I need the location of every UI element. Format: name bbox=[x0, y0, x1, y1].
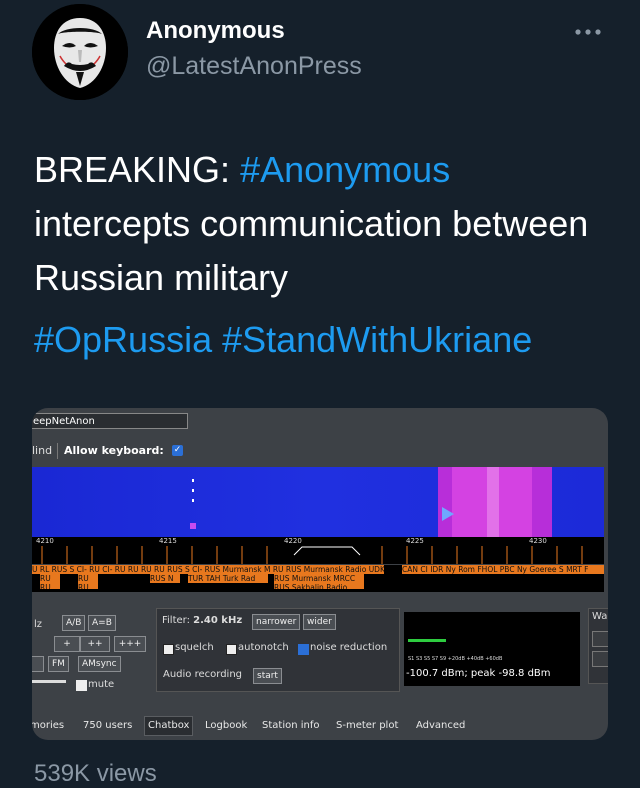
mode-hz-label: lz bbox=[34, 619, 43, 630]
blind-label: lind bbox=[32, 444, 53, 457]
station-label[interactable]: TUR TAH Turk Rad bbox=[188, 574, 268, 583]
avatar[interactable] bbox=[32, 4, 128, 100]
station-label[interactable]: CAN CI IDR Ny Rom FHOL PBC Ny Goeree S M… bbox=[402, 565, 604, 574]
start-recording-button[interactable]: start bbox=[253, 668, 282, 684]
tab-users[interactable]: 750 users bbox=[83, 716, 132, 736]
allow-keyboard-checkbox[interactable]: ✓ bbox=[172, 445, 183, 456]
tweet-media-image[interactable]: eepNetAnon lind Allow keyboard: ✓ 4210 4… bbox=[32, 408, 608, 740]
step-plus-button[interactable]: + bbox=[54, 636, 80, 652]
mute-checkbox[interactable] bbox=[76, 680, 87, 691]
fm-button[interactable]: FM bbox=[48, 656, 69, 672]
tweet-text: BREAKING: #Anonymous intercepts communic… bbox=[34, 143, 614, 305]
waterfall-control[interactable] bbox=[592, 651, 608, 667]
station-label[interactable]: RUS Sakhalin Radio bbox=[274, 583, 364, 589]
frequency-scale[interactable]: 4210 4215 4220 4225 4230 bbox=[32, 537, 604, 564]
sdr-toolbar: lind Allow keyboard: ✓ bbox=[32, 440, 608, 462]
station-label[interactable]: RU bbox=[78, 574, 98, 583]
tab-memories[interactable]: mories bbox=[32, 716, 64, 736]
tab-station-info[interactable]: Station info bbox=[262, 716, 320, 736]
waterfall-panel: Wa bbox=[588, 608, 608, 684]
station-label[interactable]: RU bbox=[40, 583, 60, 589]
tab-chatbox[interactable]: Chatbox bbox=[144, 716, 194, 736]
station-labels[interactable]: U RL RUS S CI- RU CI- RU RU RU RU RUS S … bbox=[32, 565, 604, 592]
station-label[interactable]: RUS Murmansk MRCC bbox=[274, 574, 364, 583]
hashtag-anonymous[interactable]: #Anonymous bbox=[240, 149, 450, 190]
more-horizontal-icon[interactable] bbox=[572, 22, 606, 42]
ab-button[interactable]: A/B bbox=[62, 615, 86, 631]
s-meter-reading: -100.7 dBm; peak -98.8 dBm bbox=[406, 668, 551, 679]
sdr-title-field: eepNetAnon bbox=[32, 413, 188, 429]
author-handle[interactable]: @LatestAnonPress bbox=[146, 52, 362, 81]
autonotch-label: autonotch bbox=[238, 642, 289, 653]
step-plus3-button[interactable]: +++ bbox=[114, 636, 146, 652]
noise-reduction-label: noise reduction bbox=[310, 642, 388, 653]
volume-slider[interactable] bbox=[32, 680, 66, 683]
narrower-button[interactable]: narrower bbox=[252, 614, 301, 630]
s-meter-bar bbox=[408, 639, 446, 642]
autonotch-checkbox[interactable] bbox=[226, 644, 237, 655]
divider bbox=[57, 443, 58, 459]
allow-keyboard-label: Allow keyboard: bbox=[64, 444, 164, 457]
tweet-prefix: BREAKING: bbox=[34, 149, 241, 190]
noise-reduction-checkbox[interactable] bbox=[298, 644, 309, 655]
audio-recording-label: Audio recording bbox=[163, 669, 243, 680]
aeqb-button[interactable]: A=B bbox=[88, 615, 116, 631]
station-label[interactable]: RU bbox=[78, 583, 98, 589]
tab-logbook[interactable]: Logbook bbox=[205, 716, 247, 736]
squelch-checkbox[interactable] bbox=[163, 644, 174, 655]
mode-button[interactable] bbox=[32, 656, 44, 672]
tab-s-meter-plot[interactable]: S-meter plot bbox=[336, 716, 398, 736]
amsync-button[interactable]: AMsync bbox=[78, 656, 121, 672]
s-meter: S1 S3 S5 S7 S9 +20dB +40dB +60dB -100.7 … bbox=[404, 612, 580, 686]
station-label[interactable]: U RL RUS S CI- RU CI- RU RU RU RU RUS S … bbox=[32, 565, 384, 574]
tweet-body: intercepts communication between Russian… bbox=[34, 203, 589, 298]
mute-label: mute bbox=[88, 679, 115, 690]
tweet-header: Anonymous @LatestAnonPress bbox=[0, 0, 640, 110]
guy-fawkes-mask-icon bbox=[32, 4, 128, 100]
waterfall-panel-title: Wa bbox=[592, 611, 608, 622]
station-label[interactable]: RUS N bbox=[150, 574, 180, 583]
step-plus2-button[interactable]: ++ bbox=[80, 636, 110, 652]
filter-label: Filter: 2.40 kHz bbox=[162, 615, 243, 626]
view-count: 539K views bbox=[34, 760, 157, 787]
waterfall-control[interactable] bbox=[592, 631, 608, 647]
wider-button[interactable]: wider bbox=[303, 614, 336, 630]
tweet-hashtags[interactable]: #OpRussia #StandWithUkriane bbox=[34, 313, 532, 367]
sdr-tabs: mories 750 users Chatbox Logbook Station… bbox=[32, 716, 608, 736]
squelch-label: squelch bbox=[175, 642, 214, 653]
author-name[interactable]: Anonymous bbox=[146, 17, 285, 45]
tab-advanced[interactable]: Advanced bbox=[416, 716, 465, 736]
s-meter-scale: S1 S3 S5 S7 S9 +20dB +40dB +60dB bbox=[408, 656, 503, 662]
station-label[interactable]: RU bbox=[40, 574, 60, 583]
waterfall-display[interactable] bbox=[32, 467, 604, 537]
